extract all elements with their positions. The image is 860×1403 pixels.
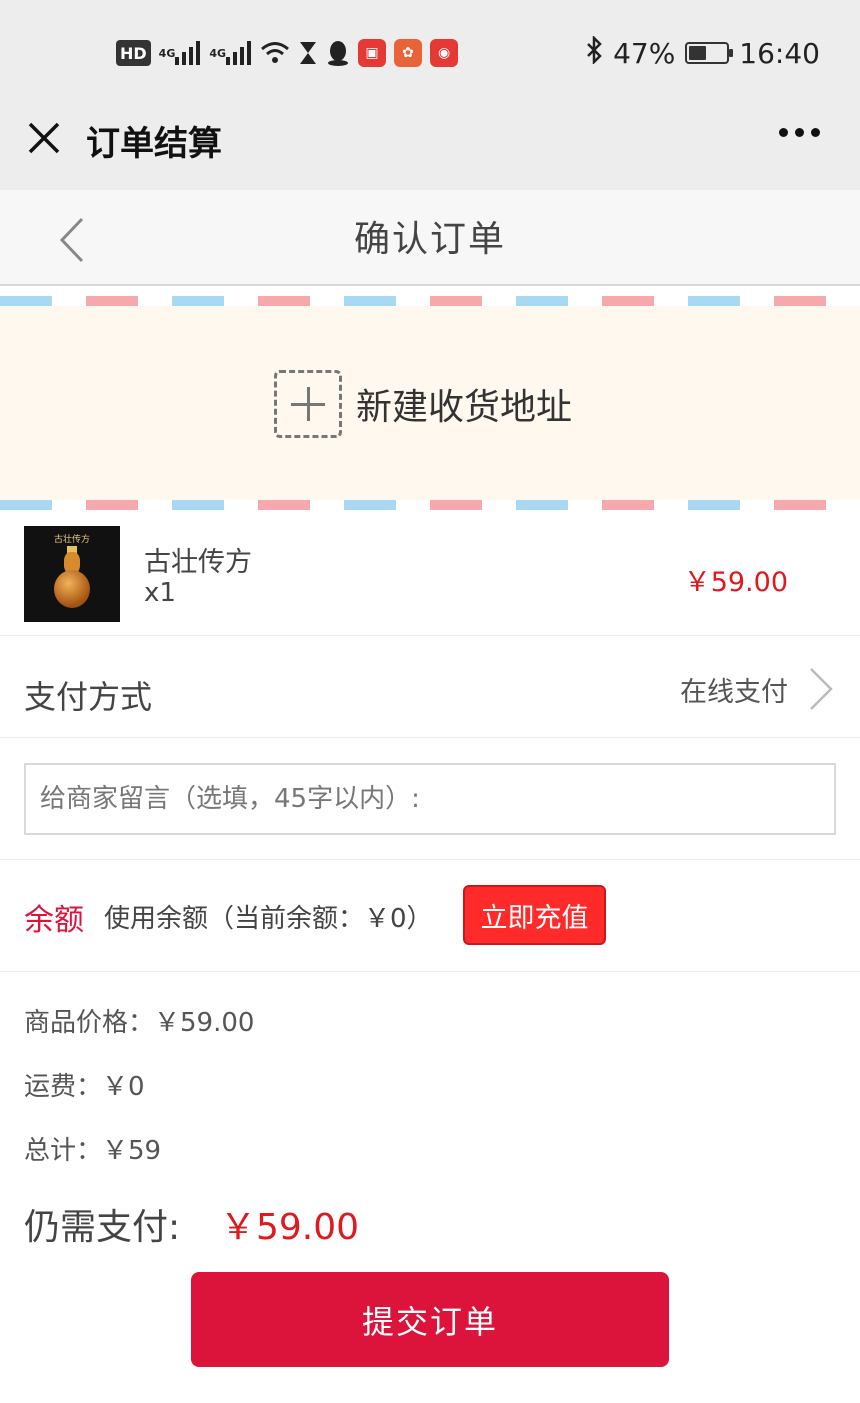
seller-message-input[interactable] [24,763,836,835]
total-line: 总计：￥59 [24,1136,162,1166]
goods-price-line: 商品价格：￥59.00 [24,1008,255,1038]
amount-due-value: ￥59.00 [220,1207,360,1248]
payment-method-value[interactable]: 在线支付 [680,670,788,709]
more-icon[interactable] [779,128,820,137]
amount-due-label: 仍需支付: [24,1207,181,1248]
close-icon[interactable] [26,120,62,156]
add-address-icon[interactable] [274,370,342,438]
status-icons-right: 47% 16:40 [585,34,820,71]
product-quantity: x1 [144,578,176,608]
address-stripe-top [0,296,860,306]
payment-method-label: 支付方式 [24,678,153,716]
huawei-app-icon: ✿ [394,39,423,67]
network-label: 4G [209,46,227,60]
submit-order-button[interactable]: 提交订单 [191,1272,669,1367]
product-image: 古壮传方 [24,526,120,622]
new-address-label[interactable]: 新建收货地址 [356,378,572,430]
status-icons-left: HD 4G 4G ▣ ✿ ◉ [116,36,459,70]
network-label: 4G [158,46,176,60]
clock: 16:40 [739,36,820,70]
product-image-brand: 古壮传方 [53,535,90,545]
recharge-button[interactable]: 立即充值 [463,885,606,945]
hourglass-icon [298,38,318,68]
book-app-icon: ▣ [358,39,387,67]
battery-fill [689,46,707,60]
balance-tag: 余额 [24,903,84,938]
signal-icon: 4G [209,38,252,68]
shipping-line: 运费：￥0 [24,1072,145,1102]
page-title: 确认订单 [353,219,506,260]
product-price: ￥59.00 [683,567,788,598]
bluetooth-icon [585,34,603,71]
use-balance-label[interactable]: 使用余额（当前余额：￥0） [104,898,433,935]
wifi-icon [260,38,290,68]
chevron-right-icon[interactable] [808,666,834,712]
vmall-app-icon: ◉ [430,39,459,67]
wechat-page-title: 订单结算 [86,124,222,164]
battery-percent: 47% [613,36,676,70]
hd-icon: HD [116,40,151,66]
product-name: 古壮传方 [144,547,252,578]
address-stripe-bottom [0,500,860,510]
qq-icon [326,38,350,68]
signal-icon: 4G [159,38,202,68]
battery-icon [685,42,734,64]
